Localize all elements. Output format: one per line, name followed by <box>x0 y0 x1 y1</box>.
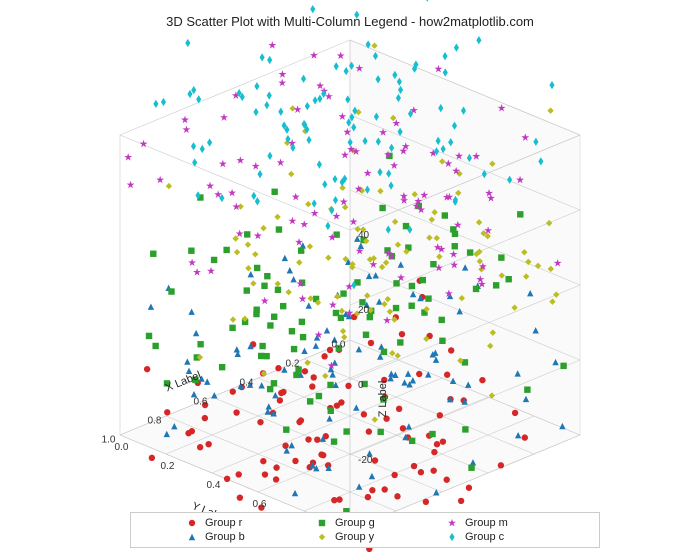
svg-text:0.8: 0.8 <box>148 415 162 426</box>
legend-label: Group b <box>205 531 245 543</box>
svg-text:20: 20 <box>358 305 370 316</box>
s-marker-icon <box>315 517 329 529</box>
legend-label: Group m <box>465 517 508 529</box>
figure: 3D Scatter Plot with Multi-Column Legend… <box>0 0 700 560</box>
svg-text:0.6: 0.6 <box>194 396 208 407</box>
d-marker-icon <box>445 531 459 543</box>
legend: Group rGroup gGroup m Group bGroup yGrou… <box>130 512 600 548</box>
legend-label: Group g <box>335 517 375 529</box>
z-axis-label: Z Label <box>377 381 389 418</box>
x-axis-label: X Label <box>164 369 203 394</box>
legend-item: Group m <box>445 517 545 529</box>
legend-row: Group r Group g Group m <box>141 517 589 529</box>
svg-text:0: 0 <box>358 380 364 391</box>
legend-label: Group c <box>465 531 504 543</box>
o-marker-icon <box>185 517 199 529</box>
legend-item: Group g <box>315 517 415 529</box>
svg-text:40: 40 <box>358 230 370 241</box>
legend-item: Group c <box>445 531 545 543</box>
svg-text:0.2: 0.2 <box>161 461 175 472</box>
svg-text:0.4: 0.4 <box>240 377 254 388</box>
legend-item: Group b <box>185 531 285 543</box>
legend-row: Group b Group y Group c <box>141 531 589 543</box>
svg-text:0.4: 0.4 <box>207 480 221 491</box>
svg-text:0.0: 0.0 <box>115 442 129 453</box>
svg-text:0.0: 0.0 <box>332 339 346 350</box>
legend-label: Group y <box>335 531 374 543</box>
^-marker-icon <box>185 531 199 543</box>
svg-text:-20: -20 <box>358 455 373 466</box>
svg-text:0.2: 0.2 <box>286 358 300 369</box>
svg-text:0.6: 0.6 <box>253 499 267 510</box>
D-marker-icon <box>315 531 329 543</box>
legend-label: Group r <box>205 517 242 529</box>
*-marker-icon <box>445 517 459 529</box>
legend-item: Group y <box>315 531 415 543</box>
legend-item: Group r <box>185 517 285 529</box>
chart-title: 3D Scatter Plot with Multi-Column Legend… <box>0 14 700 29</box>
axes3d: 0.00.20.40.60.81.00.00.20.40.60.81.0-40-… <box>20 40 680 480</box>
